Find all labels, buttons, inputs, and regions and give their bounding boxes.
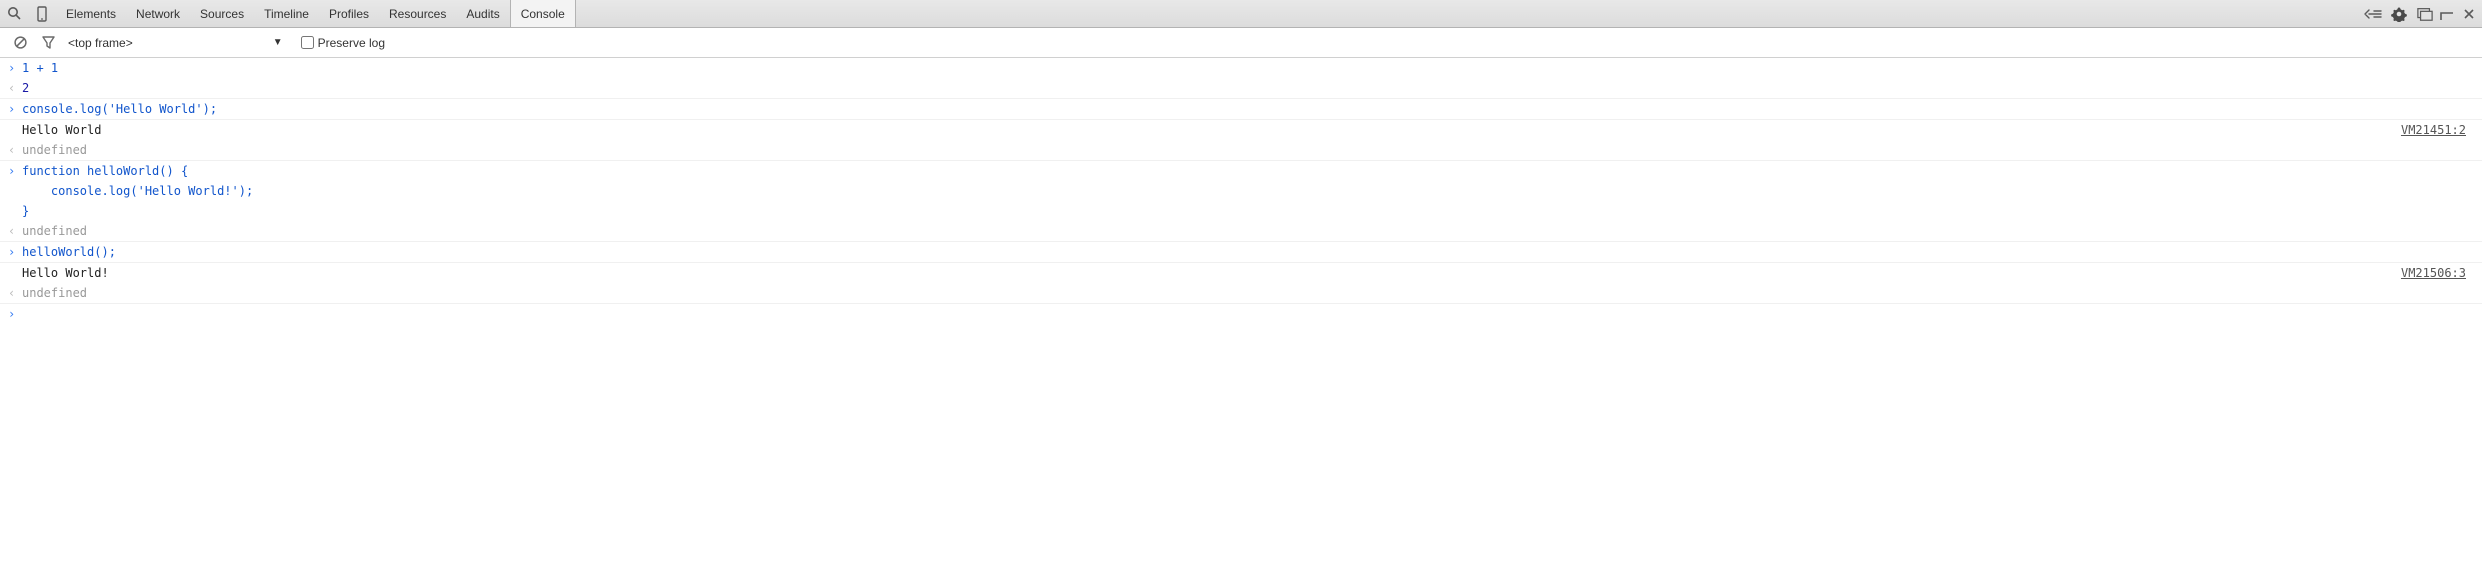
- tab-audits[interactable]: Audits: [456, 0, 509, 27]
- source-link[interactable]: VM21451:2: [2401, 120, 2466, 140]
- preserve-log-label: Preserve log: [318, 36, 385, 50]
- console-result-row: ‹ undefined: [0, 140, 2482, 161]
- tabs: Elements Network Sources Timeline Profil…: [56, 0, 576, 27]
- toolbar-left: Elements Network Sources Timeline Profil…: [0, 0, 576, 27]
- source-link[interactable]: VM21506:3: [2401, 263, 2466, 283]
- tab-network[interactable]: Network: [126, 0, 190, 27]
- input-marker-icon: ›: [4, 242, 22, 262]
- console-input-text: 1 + 1: [22, 58, 2478, 78]
- dock-corner-icon[interactable]: [2438, 0, 2456, 28]
- settings-gear-icon[interactable]: [2386, 0, 2412, 28]
- input-marker-icon: ›: [4, 99, 22, 119]
- clear-console-icon[interactable]: [6, 29, 34, 57]
- console-log-row: Hello World! VM21506:3: [0, 263, 2482, 283]
- console-body: › 1 + 1 ‹ 2 › console.log('Hello World')…: [0, 58, 2482, 324]
- output-marker-icon: ‹: [4, 283, 22, 303]
- device-mode-icon[interactable]: [28, 0, 56, 28]
- console-log-text: Hello World: [22, 120, 2401, 140]
- console-result-text: undefined: [22, 221, 2478, 241]
- tab-timeline[interactable]: Timeline: [254, 0, 319, 27]
- chevron-down-icon: ▼: [273, 37, 283, 48]
- console-input-text: helloWorld();: [22, 242, 2478, 262]
- close-icon[interactable]: [2456, 0, 2482, 28]
- console-prompt-row[interactable]: ›: [0, 304, 2482, 324]
- toolbar-right: [2360, 0, 2482, 27]
- console-input-row: › 1 + 1: [0, 58, 2482, 78]
- output-marker-icon: ‹: [4, 221, 22, 241]
- console-input-text: console.log('Hello World');: [22, 99, 2478, 119]
- dock-side-icon[interactable]: [2412, 0, 2438, 28]
- devtools-toolbar: Elements Network Sources Timeline Profil…: [0, 0, 2482, 28]
- console-input-row: › function helloWorld() { console.log('H…: [0, 161, 2482, 221]
- tab-console[interactable]: Console: [510, 0, 576, 27]
- console-input-row: › console.log('Hello World');: [0, 99, 2482, 120]
- console-log-text: Hello World!: [22, 263, 2401, 283]
- console-result-text: 2: [22, 78, 2478, 98]
- console-result-text: undefined: [22, 283, 2478, 303]
- console-input-row: › helloWorld();: [0, 242, 2482, 263]
- console-result-row: ‹ 2: [0, 78, 2482, 99]
- console-input-text: function helloWorld() { console.log('Hel…: [22, 161, 2478, 221]
- console-subbar: <top frame> ▼ Preserve log: [0, 28, 2482, 58]
- search-icon[interactable]: [0, 0, 28, 28]
- tab-sources[interactable]: Sources: [190, 0, 254, 27]
- filter-icon[interactable]: [34, 29, 62, 57]
- input-marker-icon: ›: [4, 304, 22, 324]
- output-marker-icon: ‹: [4, 140, 22, 160]
- console-result-text: undefined: [22, 140, 2478, 160]
- frame-selector[interactable]: <top frame> ▼: [68, 36, 283, 50]
- output-marker-icon: ‹: [4, 78, 22, 98]
- console-result-row: ‹ undefined: [0, 283, 2482, 304]
- tab-elements[interactable]: Elements: [56, 0, 126, 27]
- tab-profiles[interactable]: Profiles: [319, 0, 379, 27]
- show-drawer-icon[interactable]: [2360, 0, 2386, 28]
- frame-selector-label: <top frame>: [68, 36, 133, 50]
- preserve-log[interactable]: Preserve log: [301, 36, 385, 50]
- tab-resources[interactable]: Resources: [379, 0, 456, 27]
- console-result-row: ‹ undefined: [0, 221, 2482, 242]
- console-log-row: Hello World VM21451:2: [0, 120, 2482, 140]
- input-marker-icon: ›: [4, 58, 22, 78]
- input-marker-icon: ›: [4, 161, 22, 181]
- preserve-log-checkbox[interactable]: [301, 36, 314, 49]
